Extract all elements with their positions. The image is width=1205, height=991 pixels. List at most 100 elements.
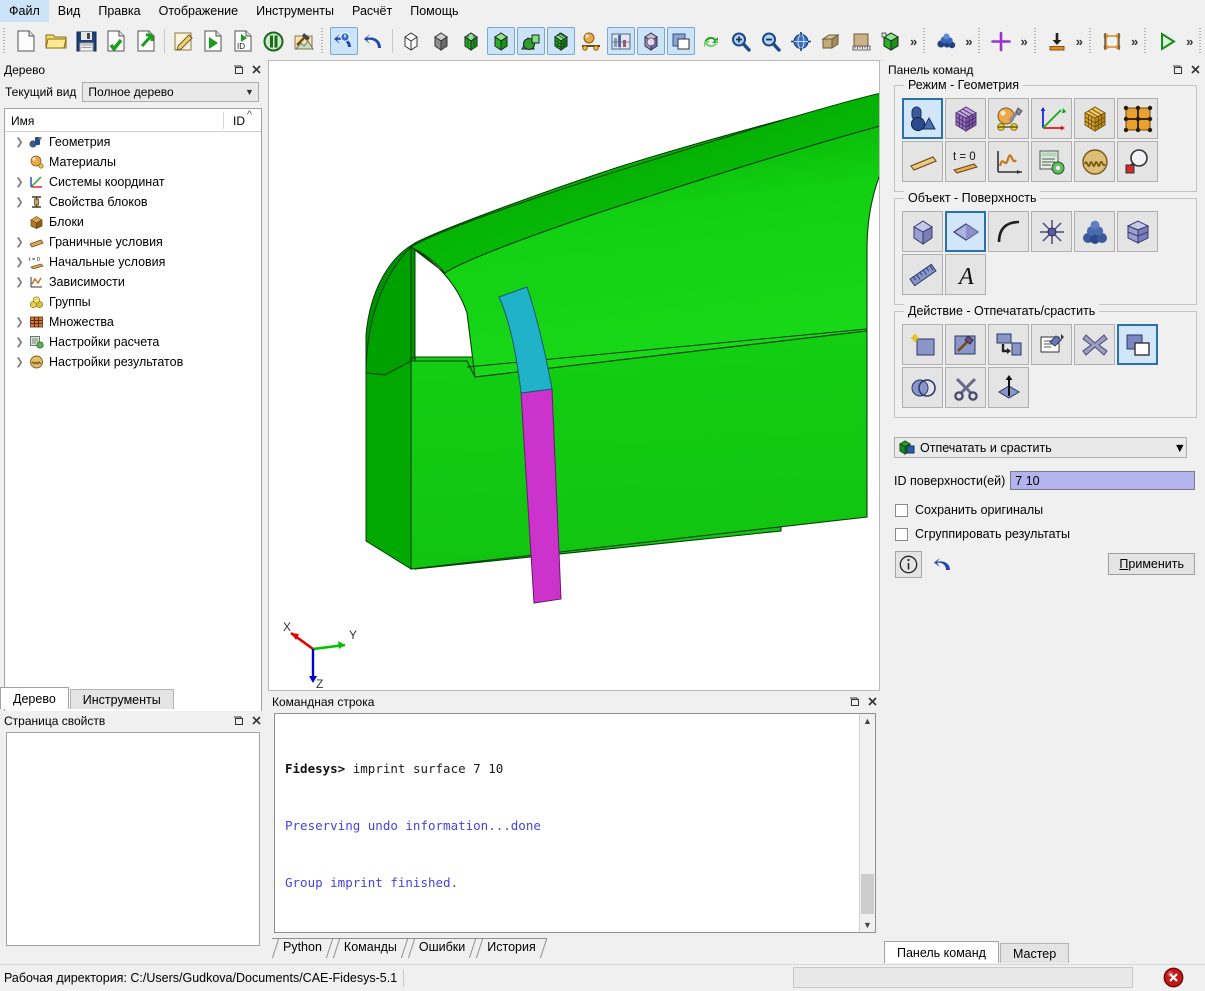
tree-col-id[interactable]: ID [227, 114, 245, 131]
error-stop-icon[interactable] [1163, 967, 1184, 991]
expand-chevron-icon[interactable]: ❯ [13, 357, 26, 368]
mode-blocks-button[interactable] [1074, 98, 1115, 139]
console-output-text[interactable]: Fidesys> imprint surface 7 10 Preserving… [275, 714, 859, 932]
tree-item-groups[interactable]: ❯ Группы [5, 292, 261, 312]
expand-chevron-icon[interactable]: ❯ [13, 237, 26, 248]
tree-item-solver-settings[interactable]: ❯ Настройки расчета [5, 332, 261, 352]
toolbar-grip-view[interactable] [320, 28, 327, 54]
run-journal-button[interactable] [199, 27, 227, 55]
console-tab-commands[interactable]: Команды [332, 938, 408, 955]
measure-button[interactable] [847, 27, 875, 55]
action-move-button[interactable] [988, 324, 1029, 365]
group-results-checkbox[interactable] [895, 527, 908, 541]
expand-chevron-icon[interactable]: ❯ [13, 277, 26, 288]
menu-display[interactable]: Отображение [150, 0, 247, 22]
expand-chevron-icon[interactable]: ❯ [13, 317, 26, 328]
menu-help[interactable]: Помощь [401, 0, 467, 22]
reset-button[interactable] [929, 551, 956, 578]
action-cut-button[interactable] [945, 367, 986, 408]
apply-button[interactable]: Применить [1108, 553, 1195, 575]
toolbar-grip-bc[interactable] [977, 28, 985, 54]
object-group-button[interactable] [1074, 211, 1115, 252]
command-float-icon[interactable] [1169, 62, 1185, 77]
shaded-view-button[interactable] [427, 27, 455, 55]
tree-col-name[interactable]: Имя [5, 114, 34, 131]
console-tab-python[interactable]: Python [272, 938, 333, 955]
keep-originals-checkbox-row[interactable]: Сохранить оригиналы [895, 503, 1043, 517]
tab-wizard[interactable]: Мастер [999, 943, 1070, 963]
console-float-icon[interactable] [846, 694, 862, 709]
command-close-icon[interactable] [1187, 62, 1203, 77]
rotate-view-button[interactable] [787, 27, 815, 55]
pause-button[interactable] [259, 27, 287, 55]
tree-item-initial-conditions[interactable]: ❯ t = 0 Начальные условия [5, 252, 261, 272]
object-vertex-button[interactable] [1031, 211, 1072, 252]
keep-originals-checkbox[interactable] [895, 503, 908, 517]
console-scrollbar[interactable]: ▲ ▼ [859, 714, 875, 932]
toolbar-grip-file[interactable] [2, 28, 9, 54]
refresh-button[interactable] [697, 27, 725, 55]
tree-item-sets[interactable]: ❯ Множества [5, 312, 261, 332]
tree-view-combo[interactable]: Полное дерево ▼ [82, 82, 260, 102]
action-modify-button[interactable] [945, 324, 986, 365]
expand-chevron-icon[interactable]: ❯ [13, 257, 26, 268]
tree-item-coordinate-systems[interactable]: ❯ Системы координат [5, 172, 261, 192]
scroll-down-icon[interactable]: ▼ [860, 918, 875, 932]
material-view-button[interactable] [577, 27, 605, 55]
tab-tools[interactable]: Инструменты [69, 689, 174, 709]
view-box-button[interactable] [817, 27, 845, 55]
tab-tree[interactable]: Дерево [0, 687, 69, 709]
journal-edit-button[interactable] [169, 27, 197, 55]
load-button[interactable] [1043, 27, 1071, 55]
primitives-button[interactable] [517, 27, 545, 55]
mesh-view-button[interactable] [547, 27, 575, 55]
action-properties-button[interactable] [1031, 324, 1072, 365]
undo-all-button[interactable] [330, 27, 358, 55]
tree-item-block-properties[interactable]: ❯ Свойства блоков [5, 192, 261, 212]
export-button[interactable] [132, 27, 160, 55]
zoom-out-button[interactable] [757, 27, 785, 55]
toolbar-grip-run[interactable] [1143, 28, 1151, 54]
object-text-button[interactable]: A [945, 254, 986, 295]
build-button[interactable] [289, 27, 317, 55]
constraint-button[interactable] [1098, 27, 1126, 55]
toolbar-grip-axis[interactable] [1198, 28, 1205, 54]
tree-close-icon[interactable] [248, 62, 264, 77]
wireframe-view-button[interactable] [397, 27, 425, 55]
tree-item-geometry[interactable]: ❯ Геометрия [5, 132, 261, 152]
toolbar-grip-constraint[interactable] [1087, 28, 1095, 54]
action-create-button[interactable] [902, 324, 943, 365]
toolbar-overflow-load[interactable]: » [1072, 34, 1086, 49]
tree-item-boundary-conditions[interactable]: ❯ Граничные условия [5, 232, 261, 252]
run-analysis-button[interactable] [1153, 27, 1181, 55]
mode-inspect-button[interactable] [1117, 141, 1158, 182]
property-float-icon[interactable] [230, 713, 246, 728]
menu-edit[interactable]: Правка [89, 0, 149, 22]
wire-shaded-view-button[interactable] [457, 27, 485, 55]
expand-chevron-icon[interactable]: ❯ [13, 137, 26, 148]
toolbar-overflow-mesh[interactable]: » [961, 34, 975, 49]
object-volume-button[interactable] [902, 211, 943, 252]
console-scroll-thumb[interactable] [861, 874, 874, 914]
menu-view[interactable]: Вид [49, 0, 90, 22]
toolbar-overflow-constraint[interactable]: » [1127, 34, 1141, 49]
tree-item-blocks[interactable]: ❯ Блоки [5, 212, 261, 232]
mode-dependencies-button[interactable] [988, 141, 1029, 182]
expand-chevron-icon[interactable]: ❯ [13, 197, 26, 208]
tree-float-icon[interactable] [230, 62, 246, 77]
mode-geometry-button[interactable] [902, 98, 943, 139]
tree-item-dependencies[interactable]: ❯ Зависимости [5, 272, 261, 292]
console-tab-errors[interactable]: Ошибки [407, 938, 477, 955]
scroll-up-icon[interactable]: ▲ [860, 714, 875, 728]
transparency-button[interactable] [637, 27, 665, 55]
property-close-icon[interactable] [248, 713, 264, 728]
toolbar-overflow-bc[interactable]: » [1016, 34, 1030, 49]
mode-material-button[interactable] [988, 98, 1029, 139]
console-output-box[interactable]: Fidesys> imprint surface 7 10 Preserving… [274, 713, 876, 933]
toolbar-overflow-run[interactable]: » [1182, 34, 1196, 49]
property-page-content[interactable] [6, 732, 260, 946]
surface-id-input[interactable]: 7 10 [1010, 471, 1195, 490]
tree-item-materials[interactable]: ❯ Материалы [5, 152, 261, 172]
model-render[interactable]: X Y Z [269, 61, 879, 690]
action-select-combo[interactable]: Отпечатать и срастить ▼ [894, 437, 1187, 458]
